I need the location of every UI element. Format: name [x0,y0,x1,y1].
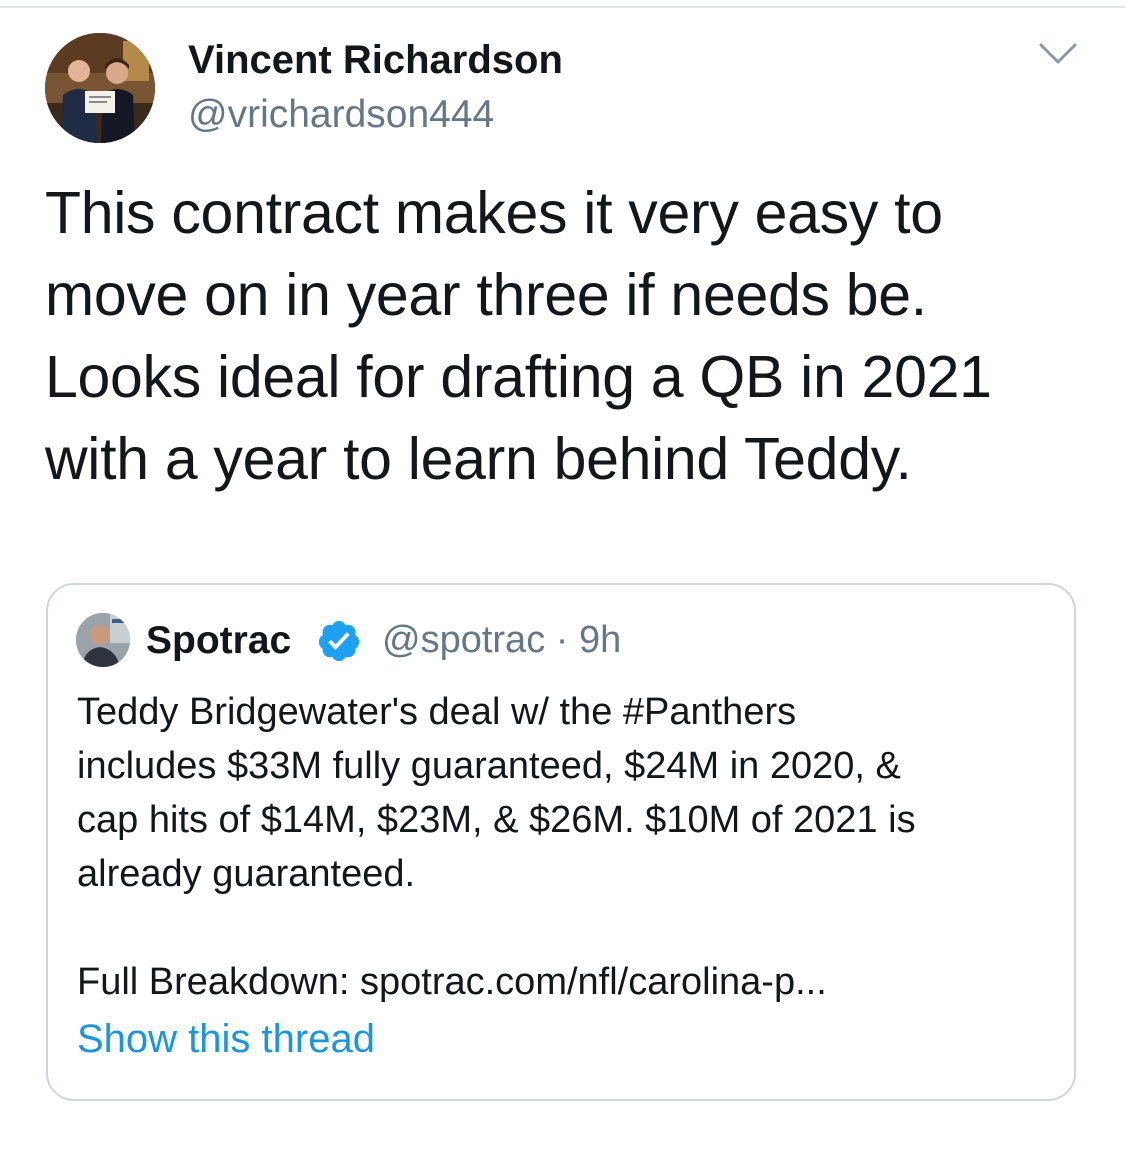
tweet-text: This contract makes it very easy to move… [45,172,1085,500]
quoted-text-line: already guaranteed. [77,853,416,895]
quoted-avatar [76,613,130,667]
author-name[interactable]: Vincent Richardson [188,38,563,83]
avatar[interactable] [45,33,155,143]
quoted-handle-and-time: @spotrac · 9h [382,619,622,661]
tweet-text-line: move on in year three if needs be. [45,262,927,328]
tweet-text-line: This contract makes it very easy to [45,180,943,246]
author-handle[interactable]: @vrichardson444 [188,93,494,137]
quoted-text-line: Teddy Bridgewater's deal w/ the #Panther… [77,691,797,733]
chevron-down-icon[interactable] [1038,40,1078,68]
quoted-tweet-text: Teddy Bridgewater's deal w/ the #Panther… [77,685,1067,1009]
tweet: Vincent Richardson @vrichardson444 This … [0,0,1125,1155]
quoted-text-blank-line [77,901,1067,955]
quoted-text-line: includes $33M fully guaranteed, $24M in … [77,745,901,787]
show-thread-link[interactable]: Show this thread [77,1017,375,1062]
quoted-avatar-photo [76,613,130,667]
verified-badge-icon [316,618,362,664]
tweet-text-line: with a year to learn behind Teddy. [45,426,912,492]
quoted-text-line: cap hits of $14M, $23M, & $26M. $10M of … [77,799,916,841]
quoted-text-line: Full Breakdown: spotrac.com/nfl/carolina… [77,961,827,1003]
quoted-tweet-card[interactable]: Spotrac @spotrac · 9h Teddy Bridgewater'… [46,583,1076,1101]
quoted-author-name: Spotrac [146,619,292,662]
tweet-text-line: Looks ideal for drafting a QB in 2021 [45,344,992,410]
avatar-photo [45,33,155,143]
